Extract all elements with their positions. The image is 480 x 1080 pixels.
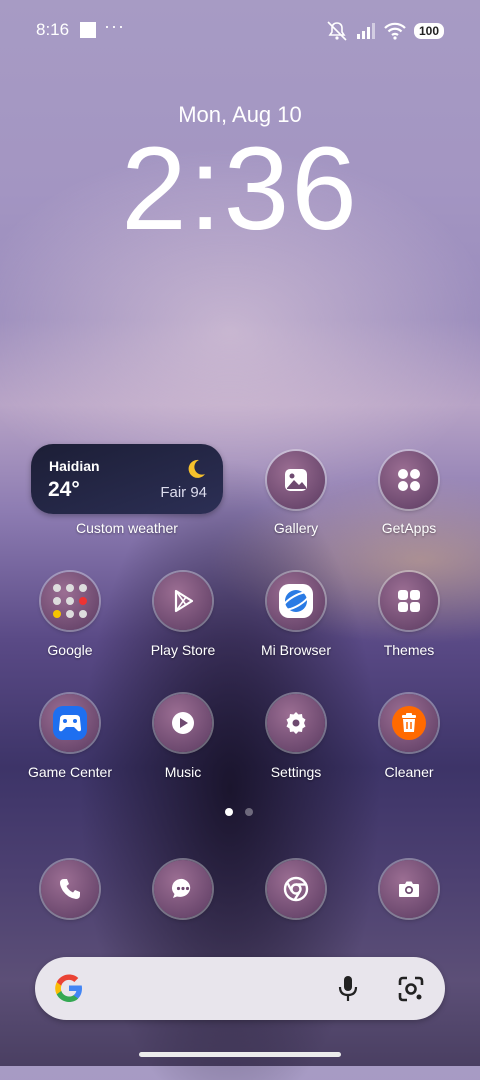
phone-icon (60, 879, 80, 899)
status-time: 8:16 (36, 20, 70, 39)
google-logo-icon (55, 974, 82, 1002)
mi-browser-app[interactable] (267, 572, 325, 630)
dock-phone[interactable] (41, 860, 99, 918)
cleaner-app[interactable] (380, 694, 438, 752)
settings-app[interactable] (267, 694, 325, 752)
gallery-app[interactable] (267, 451, 325, 509)
weather-widget[interactable]: Haidian 24° Fair 94 (31, 444, 223, 514)
play-store-label: Play Store (150, 642, 216, 658)
cleaner-label: Cleaner (384, 764, 434, 780)
trash-icon (392, 706, 426, 740)
getapps-label: GetApps (381, 520, 437, 536)
music-icon (172, 712, 194, 734)
gear-icon (286, 712, 306, 734)
camera-icon (399, 881, 419, 897)
dock-camera[interactable] (380, 860, 438, 918)
battery-indicator: 100 (413, 23, 444, 39)
home-gesture-bar[interactable] (139, 1052, 341, 1057)
dock-messages[interactable] (154, 860, 212, 918)
game-center-label: Game Center (27, 764, 113, 780)
gallery-label: Gallery (273, 520, 319, 536)
play-store-icon (174, 589, 194, 613)
more-notifications-icon: ··· (104, 16, 125, 36)
gallery-icon (285, 469, 307, 491)
music-app[interactable] (154, 694, 212, 752)
dock-chrome[interactable] (267, 860, 325, 918)
themes-app[interactable] (380, 572, 438, 630)
weather-temp: 24° (48, 478, 80, 501)
google-folder[interactable] (41, 572, 99, 630)
page-dot-2[interactable] (245, 808, 253, 816)
google-folder-icon (53, 584, 87, 618)
google-lens-icon[interactable] (397, 975, 425, 1003)
page-dot-1[interactable] (225, 808, 233, 816)
google-label: Google (47, 642, 93, 658)
weather-city: Haidian (49, 458, 100, 474)
settings-label: Settings (270, 764, 322, 780)
messages-icon (171, 878, 191, 898)
chrome-icon (283, 876, 309, 902)
weather-widget-label: Custom weather (76, 520, 178, 536)
play-store-app[interactable] (154, 572, 212, 630)
status-bar: 8:16 ··· 100 (0, 16, 480, 44)
music-label: Music (164, 764, 202, 780)
wifi-icon (384, 22, 406, 40)
mi-browser-icon (279, 584, 313, 618)
themes-icon (398, 590, 420, 612)
signal-icon (356, 23, 375, 39)
moon-icon (188, 459, 205, 478)
getapps-icon (398, 469, 420, 491)
page-indicator (225, 808, 253, 816)
microphone-icon[interactable] (337, 975, 359, 1003)
mi-browser-label: Mi Browser (260, 642, 331, 658)
themes-label: Themes (383, 642, 435, 658)
clock-text[interactable]: 2:36 (0, 130, 480, 248)
getapps-app[interactable] (380, 451, 438, 509)
game-center-icon (53, 706, 87, 740)
notification-icon (80, 22, 96, 38)
google-search-bar[interactable] (35, 957, 445, 1020)
weather-condition: Fair 94 (160, 484, 207, 501)
mute-icon (327, 21, 347, 41)
game-center-app[interactable] (41, 694, 99, 752)
